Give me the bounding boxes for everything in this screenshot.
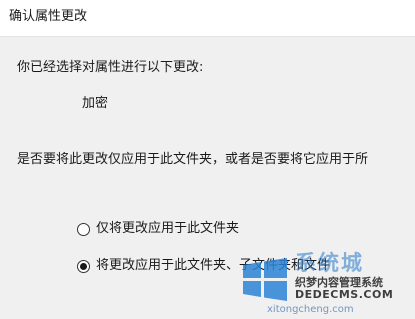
dialog-body: 你已经选择对属性进行以下更改: 加密 是否要将此更改仅应用于此文件夹，或者是否要… xyxy=(0,37,415,319)
radio-button-checked[interactable] xyxy=(77,259,90,273)
attribute-change-text: 加密 xyxy=(82,96,109,111)
radio-button-unchecked[interactable] xyxy=(77,222,90,236)
radio-option-folder-subfolders-files[interactable]: 将更改应用于此文件夹、子文件夹和文件 xyxy=(77,258,330,274)
window-title: 确认属性更改 xyxy=(9,9,88,24)
radio-option-label[interactable]: 仅将更改应用于此文件夹 xyxy=(96,221,239,237)
title-bar: 确认属性更改 xyxy=(0,0,415,37)
radio-option-label[interactable]: 将更改应用于此文件夹、子文件夹和文件 xyxy=(96,258,330,274)
radio-option-this-folder[interactable]: 仅将更改应用于此文件夹 xyxy=(77,221,239,237)
question-text: 是否要将此更改仅应用于此文件夹，或者是否要将它应用于所 xyxy=(17,152,369,167)
intro-text: 你已经选择对属性进行以下更改: xyxy=(17,60,204,75)
